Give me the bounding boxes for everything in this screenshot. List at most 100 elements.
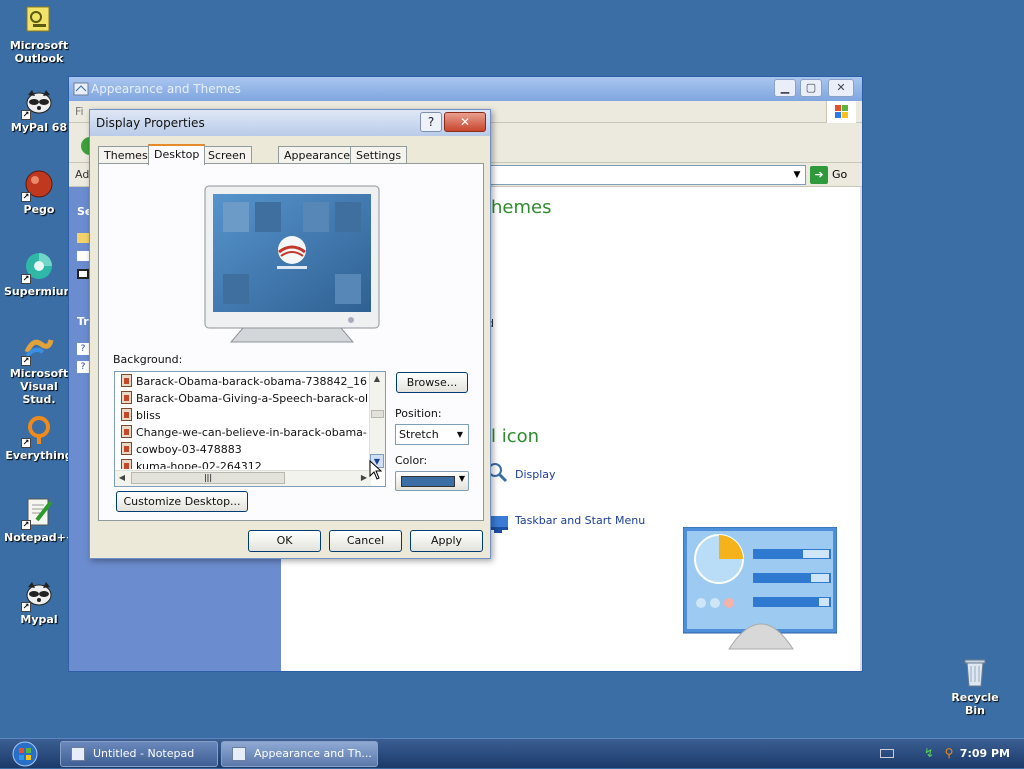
apply-button[interactable]: Apply <box>410 530 483 552</box>
color-picker-button[interactable]: ▼ <box>395 471 469 491</box>
image-file-icon <box>121 459 132 469</box>
close-button[interactable]: ✕ <box>444 112 486 132</box>
tab-desktop[interactable]: Desktop <box>148 144 206 165</box>
color-swatch <box>401 476 455 487</box>
task-pane-section: Tr <box>77 315 89 328</box>
maximize-button[interactable]: ▢ <box>800 79 822 97</box>
chevron-down-icon: ▼ <box>458 474 465 483</box>
explorer-titlebar[interactable]: Appearance and Themes ▁ ▢ ✕ <box>69 77 862 101</box>
explorer-scrollbar[interactable] <box>860 187 862 671</box>
mouse-cursor-icon <box>369 460 383 480</box>
list-item[interactable]: Barack-Obama-barack-obama-738842_1600_12 <box>121 373 367 390</box>
desktop-icon-visual-studio[interactable]: ↗ Microsoft Visual Stud. <box>4 332 74 406</box>
notepad-icon <box>71 747 85 761</box>
scroll-left-icon[interactable]: ◀ <box>115 471 129 485</box>
cancel-button[interactable]: Cancel <box>329 530 402 552</box>
raccoon-icon: ↗ <box>21 86 55 120</box>
chevron-down-icon[interactable]: ▼ <box>789 166 805 184</box>
control-panel-icon <box>73 82 89 96</box>
desktop-icon-supermium[interactable]: ↗ Supermium <box>4 250 76 298</box>
desktop-icon-label: Supermium <box>4 285 76 298</box>
shortcut-arrow-icon: ↗ <box>21 274 31 284</box>
image-file-icon <box>121 442 132 455</box>
desktop-icon-notepadpp[interactable]: ↗ Notepad++ <box>4 496 75 544</box>
position-label: Position: <box>395 407 442 420</box>
visual-studio-icon: ↗ <box>21 332 55 366</box>
close-button[interactable]: ✕ <box>828 79 854 97</box>
address-label: Ad <box>75 168 90 181</box>
vertical-scrollbar[interactable]: ▲ ▼ <box>369 372 385 471</box>
menu-file[interactable]: Fi <box>75 105 84 118</box>
window-icon <box>77 269 89 279</box>
start-button[interactable] <box>8 740 42 768</box>
tab-appearance[interactable]: Appearance <box>278 146 357 164</box>
scroll-thumb[interactable] <box>371 410 384 418</box>
list-item-label: bliss <box>136 409 161 422</box>
address-field[interactable]: ▼ <box>479 165 806 185</box>
scroll-thumb[interactable]: ||| <box>131 472 285 484</box>
appearance-themes-illustration <box>683 527 837 650</box>
taskbar-button-appearance[interactable]: Appearance and Th... <box>221 741 378 767</box>
notepadpp-icon: ↗ <box>21 496 55 530</box>
desktop-icon-label: Microsoft Outlook <box>9 39 69 65</box>
minimize-button[interactable]: ▁ <box>774 79 796 97</box>
tab-screen-saver[interactable]: Screen Saver <box>202 146 252 179</box>
dialog-titlebar[interactable]: Display Properties ? ✕ <box>90 110 490 136</box>
explorer-title: Appearance and Themes <box>91 82 241 96</box>
ok-button[interactable]: OK <box>248 530 321 552</box>
taskbar-button-label: Untitled - Notepad <box>93 747 195 760</box>
clock[interactable]: 7:09 PM <box>960 739 1010 769</box>
tab-settings[interactable]: Settings <box>350 146 408 164</box>
folder-icon <box>77 233 89 243</box>
keyboard-icon[interactable] <box>880 749 894 758</box>
pick-icon-heading: l icon <box>491 426 540 447</box>
chevron-down-icon[interactable]: ▼ <box>452 425 468 444</box>
taskbar-start-menu-link[interactable]: Taskbar and Start Menu <box>515 514 645 527</box>
shortcut-arrow-icon: ↗ <box>21 520 31 530</box>
desktop-icon-label: Pego <box>23 203 55 216</box>
supermium-icon: ↗ <box>21 250 55 284</box>
list-item[interactable]: kuma-hope-02-264312 <box>121 458 367 469</box>
browse-button[interactable]: Browse... <box>396 372 468 393</box>
desktop-icon-mypal68[interactable]: ↗ MyPal 68 <box>4 86 74 134</box>
desktop-icon-pego[interactable]: ↗ Pego <box>4 168 74 216</box>
customize-desktop-button[interactable]: Customize Desktop... <box>116 491 248 512</box>
list-item[interactable]: Barack-Obama-Giving-a-Speech-barack-obam… <box>121 390 367 407</box>
page-icon <box>77 251 89 261</box>
list-item[interactable]: cowboy-03-478883 <box>121 441 367 458</box>
monitor-preview <box>204 185 380 343</box>
pego-icon: ↗ <box>21 168 55 202</box>
horizontal-scrollbar[interactable]: ◀ ||| ▶ <box>115 470 371 486</box>
shortcut-arrow-icon: ↗ <box>21 438 31 448</box>
go-label: Go <box>832 168 848 181</box>
desktop-icon-mypal[interactable]: ↗ Mypal <box>4 578 74 626</box>
control-panel-icon <box>232 747 246 761</box>
image-file-icon <box>121 408 132 421</box>
image-file-icon <box>121 374 132 387</box>
shortcut-arrow-icon: ↗ <box>21 110 31 120</box>
list-item[interactable]: bliss <box>121 407 367 424</box>
help-icon: ? <box>77 361 89 373</box>
go-arrow-icon: ➔ <box>810 166 828 184</box>
network-icon[interactable]: ↯ <box>922 746 936 760</box>
desktop-icon-outlook[interactable]: Microsoft Outlook <box>4 4 74 65</box>
list-item-label: Barack-Obama-Giving-a-Speech-barack-obam… <box>136 392 367 405</box>
taskbar-button-label: Appearance and Th... <box>254 747 372 760</box>
background-listbox[interactable]: Barack-Obama-barack-obama-738842_1600_12… <box>114 371 386 487</box>
everything-search-icon: ↗ <box>21 414 55 448</box>
scroll-up-icon[interactable]: ▲ <box>370 372 384 386</box>
windows-logo-icon <box>826 101 856 123</box>
help-button[interactable]: ? <box>420 112 442 132</box>
list-item[interactable]: Change-we-can-believe-in-barack-obama-27… <box>121 424 367 441</box>
go-button[interactable]: ➔ Go <box>810 165 854 185</box>
list-item-label: cowboy-03-478883 <box>136 443 242 456</box>
shortcut-arrow-icon: ↗ <box>21 356 31 366</box>
display-link[interactable]: Display <box>515 468 556 481</box>
position-select[interactable]: Stretch ▼ <box>395 424 469 445</box>
desktop-icon-recycle-bin[interactable]: Recycle Bin <box>940 656 1010 717</box>
taskbar-button-notepad[interactable]: Untitled - Notepad <box>60 741 218 767</box>
background-label: Background: <box>113 353 183 366</box>
search-icon[interactable]: ⚲ <box>942 746 956 760</box>
desktop-icon-everything[interactable]: ↗ Everything <box>4 414 74 462</box>
tab-themes[interactable]: Themes <box>98 146 154 164</box>
